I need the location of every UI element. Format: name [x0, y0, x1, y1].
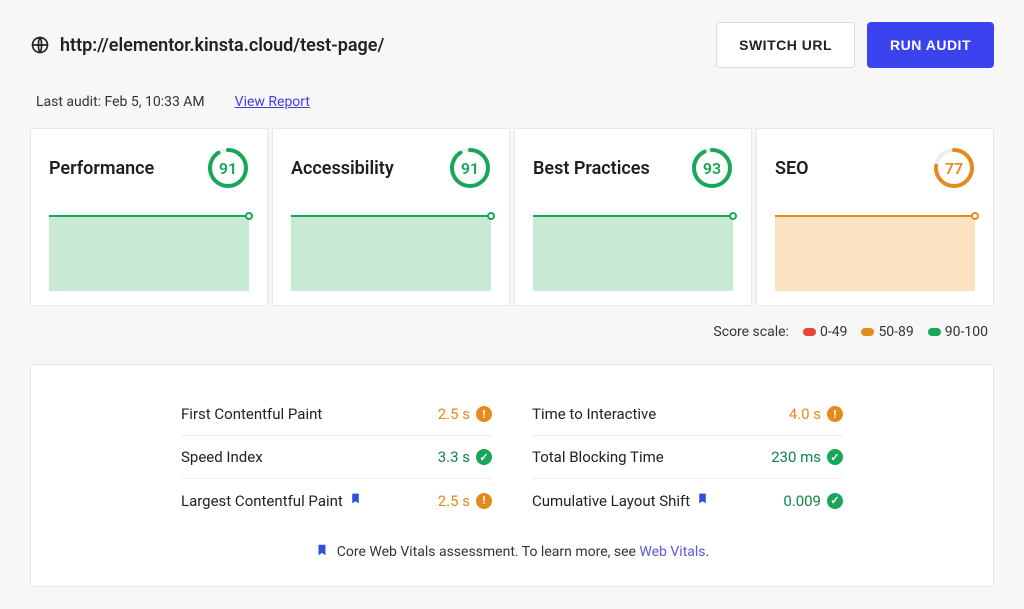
globe-icon [30, 35, 50, 55]
run-audit-button[interactable]: RUN AUDIT [867, 22, 994, 68]
sparkline [533, 215, 733, 291]
status-orange-icon: ! [476, 493, 492, 509]
status-green-icon: ✓ [476, 449, 492, 465]
bookmark-icon [315, 542, 329, 562]
sparkline [49, 215, 249, 291]
url-text: http://elementor.kinsta.cloud/test-page/ [60, 35, 384, 56]
score-gauge: 93 [691, 147, 733, 189]
metric-name: Speed Index [181, 448, 263, 466]
metric-name: Time to Interactive [532, 405, 656, 423]
footnote-text: Core Web Vitals assessment. To learn mor… [337, 544, 640, 560]
status-orange-icon: ! [476, 406, 492, 422]
score-value: 91 [449, 147, 491, 189]
scale-range: 50-89 [861, 324, 913, 340]
score-gauge: 91 [449, 147, 491, 189]
card-title: SEO [775, 158, 809, 179]
metric-value: 3.3 s ✓ [438, 448, 492, 466]
metric-value: 4.0 s ! [789, 405, 843, 423]
sparkline [775, 215, 975, 291]
metric-row: Largest Contentful Paint 2.5 s ! [181, 479, 492, 522]
scale-dot-icon [928, 328, 941, 336]
metric-row: Cumulative Layout Shift 0.009 ✓ [532, 479, 843, 522]
score-value: 93 [691, 147, 733, 189]
bookmark-icon [696, 491, 709, 510]
url-display: http://elementor.kinsta.cloud/test-page/ [30, 35, 384, 56]
score-card-seo[interactable]: SEO 77 [756, 128, 994, 306]
metric-row: First Contentful Paint 2.5 s ! [181, 393, 492, 436]
core-web-vitals-note: Core Web Vitals assessment. To learn mor… [181, 542, 843, 562]
sparkline [291, 215, 491, 291]
scale-dot-icon [803, 328, 816, 336]
scale-dot-icon [861, 328, 874, 336]
card-title: Accessibility [291, 158, 394, 179]
score-scale: Score scale: 0-49 50-89 90-100 [36, 324, 988, 340]
metric-name: Cumulative Layout Shift [532, 491, 709, 510]
bookmark-icon [349, 491, 362, 510]
scale-range: 90-100 [928, 324, 988, 340]
view-report-link[interactable]: View Report [235, 94, 310, 110]
score-card-performance[interactable]: Performance 91 [30, 128, 268, 306]
metric-row: Time to Interactive 4.0 s ! [532, 393, 843, 436]
metric-value: 230 ms ✓ [771, 448, 843, 466]
switch-url-button[interactable]: SWITCH URL [716, 22, 855, 68]
scale-range: 0-49 [803, 324, 847, 340]
score-value: 77 [933, 147, 975, 189]
card-title: Performance [49, 158, 154, 179]
last-audit-text: Last audit: Feb 5, 10:33 AM [36, 94, 205, 110]
status-green-icon: ✓ [827, 449, 843, 465]
metrics-panel: First Contentful Paint 2.5 s ! Speed Ind… [30, 364, 994, 587]
score-gauge: 77 [933, 147, 975, 189]
metric-row: Speed Index 3.3 s ✓ [181, 436, 492, 479]
metric-row: Total Blocking Time 230 ms ✓ [532, 436, 843, 479]
status-green-icon: ✓ [827, 493, 843, 509]
metric-name: Largest Contentful Paint [181, 491, 362, 510]
metric-value: 2.5 s ! [438, 405, 492, 423]
status-orange-icon: ! [827, 406, 843, 422]
score-card-best-practices[interactable]: Best Practices 93 [514, 128, 752, 306]
metric-name: First Contentful Paint [181, 405, 322, 423]
card-title: Best Practices [533, 158, 650, 179]
score-value: 91 [207, 147, 249, 189]
score-gauge: 91 [207, 147, 249, 189]
metric-value: 2.5 s ! [438, 492, 492, 510]
score-scale-label: Score scale: [713, 324, 789, 340]
metric-name: Total Blocking Time [532, 448, 664, 466]
metric-value: 0.009 ✓ [783, 492, 843, 510]
score-card-accessibility[interactable]: Accessibility 91 [272, 128, 510, 306]
web-vitals-link[interactable]: Web Vitals [639, 544, 705, 560]
